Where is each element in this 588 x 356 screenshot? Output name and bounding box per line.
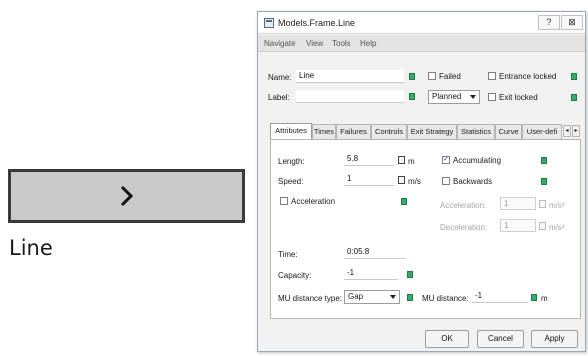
tab-scroll-left-icon[interactable]: ◂ <box>563 125 571 137</box>
backwards-inherit-icon[interactable] <box>541 178 547 185</box>
length-label: Length: <box>278 157 305 166</box>
acceleration-field-label: Acceleration: <box>440 201 487 210</box>
close-button[interactable]: ⊠ <box>561 15 583 30</box>
formula-icon <box>539 222 546 230</box>
line-object-icon[interactable] <box>8 169 245 223</box>
tab-user-defined[interactable]: User-defi <box>522 124 562 139</box>
label-inherit-icon[interactable] <box>409 93 415 100</box>
mu-distance-label: MU distance: <box>422 294 469 303</box>
tab-scroll-right-icon[interactable]: ▸ <box>572 125 580 137</box>
line-dialog: Models.Frame.Line ? ⊠ Navigate View Tool… <box>257 11 586 352</box>
label-label: Label: <box>268 93 290 102</box>
tab-bar: Attributes Times Failures Controls Exit … <box>270 123 581 139</box>
failed-label: Failed <box>439 72 461 81</box>
dialog-titlebar[interactable]: Models.Frame.Line ? ⊠ <box>258 12 585 34</box>
acceleration-field[interactable]: 1 <box>500 197 536 210</box>
acceleration-unit: m/s² <box>549 201 565 210</box>
help-button[interactable]: ? <box>538 15 560 30</box>
tab-curve[interactable]: Curve <box>495 124 522 139</box>
deceleration-unit: m/s² <box>549 223 565 232</box>
formula-icon <box>539 200 546 208</box>
tab-statistics[interactable]: Statistics <box>457 124 495 139</box>
speed-label: Speed: <box>278 177 304 186</box>
exit-locked-checkbox[interactable] <box>488 93 496 101</box>
label-field[interactable] <box>296 90 404 103</box>
ok-button[interactable]: OK <box>425 330 469 348</box>
menu-view[interactable]: View <box>306 39 323 48</box>
mu-distance-type-value: Gap <box>348 292 364 301</box>
accumulating-checkbox[interactable]: ✓ <box>442 156 450 164</box>
mu-distance-field[interactable]: -1 <box>472 290 528 303</box>
entrance-locked-inherit-icon[interactable] <box>571 73 577 80</box>
tab-failures[interactable]: Failures <box>336 124 371 139</box>
acceleration-label: Acceleration <box>291 197 336 206</box>
entrance-locked-checkbox[interactable] <box>488 72 496 80</box>
mu-distance-type-label: MU distance type: <box>278 294 343 303</box>
chevron-down-icon <box>390 295 396 299</box>
deceleration-field[interactable]: 1 <box>500 219 536 232</box>
apply-button[interactable]: Apply <box>531 330 578 348</box>
tab-times[interactable]: Times <box>312 124 336 139</box>
length-field[interactable]: 5.8 <box>344 153 394 166</box>
cancel-button[interactable]: Cancel <box>477 330 524 348</box>
mu-distance-type-inherit-icon[interactable] <box>407 294 413 301</box>
accumulating-label: Accumulating <box>453 156 502 165</box>
backwards-label: Backwards <box>453 177 493 186</box>
chevron-down-icon <box>470 95 476 99</box>
dialog-title: Models.Frame.Line <box>278 18 356 28</box>
deceleration-field-label: Deceleration: <box>440 223 488 232</box>
acceleration-checkbox[interactable] <box>280 197 288 205</box>
exit-locked-inherit-icon[interactable] <box>571 94 577 101</box>
mu-distance-unit: m <box>541 294 548 303</box>
canvas: Line Models.Frame.Line ? ⊠ Navigate View… <box>0 0 588 356</box>
name-label: Name: <box>268 73 292 82</box>
speed-field[interactable]: 1 <box>344 173 394 186</box>
object-label: Line <box>9 236 53 260</box>
accumulating-inherit-icon[interactable] <box>541 157 547 164</box>
formula-icon[interactable] <box>398 176 405 184</box>
failed-checkbox[interactable] <box>428 72 436 80</box>
mu-distance-inherit-icon[interactable] <box>531 294 537 301</box>
length-unit: m <box>408 157 415 166</box>
capacity-inherit-icon[interactable] <box>407 271 413 278</box>
state-select-value: Planned <box>432 92 462 101</box>
name-field[interactable]: Line <box>296 70 404 83</box>
acceleration-inherit-icon[interactable] <box>401 198 407 205</box>
tab-controls[interactable]: Controls <box>371 124 407 139</box>
time-label: Time: <box>278 250 298 259</box>
formula-icon[interactable] <box>398 156 405 164</box>
menu-bar: Navigate View Tools Help <box>258 35 585 52</box>
chevron-right-icon <box>120 185 133 207</box>
exit-locked-label: Exit locked <box>499 93 538 102</box>
backwards-checkbox[interactable] <box>442 177 450 185</box>
menu-help[interactable]: Help <box>360 39 376 48</box>
window-icon <box>264 18 274 28</box>
state-select[interactable]: Planned <box>428 90 480 104</box>
menu-navigate[interactable]: Navigate <box>264 39 296 48</box>
entrance-locked-label: Entrance locked <box>499 72 557 81</box>
tab-exit-strategy[interactable]: Exit Strategy <box>407 124 457 139</box>
capacity-field[interactable]: -1 <box>344 267 398 280</box>
mu-distance-type-select[interactable]: Gap <box>344 290 400 304</box>
menu-tools[interactable]: Tools <box>332 39 351 48</box>
tab-attributes[interactable]: Attributes <box>270 123 312 139</box>
name-inherit-icon[interactable] <box>409 73 415 80</box>
time-field[interactable]: 0:05.8 <box>344 246 406 259</box>
speed-unit: m/s <box>408 177 421 186</box>
capacity-label: Capacity: <box>278 271 312 280</box>
